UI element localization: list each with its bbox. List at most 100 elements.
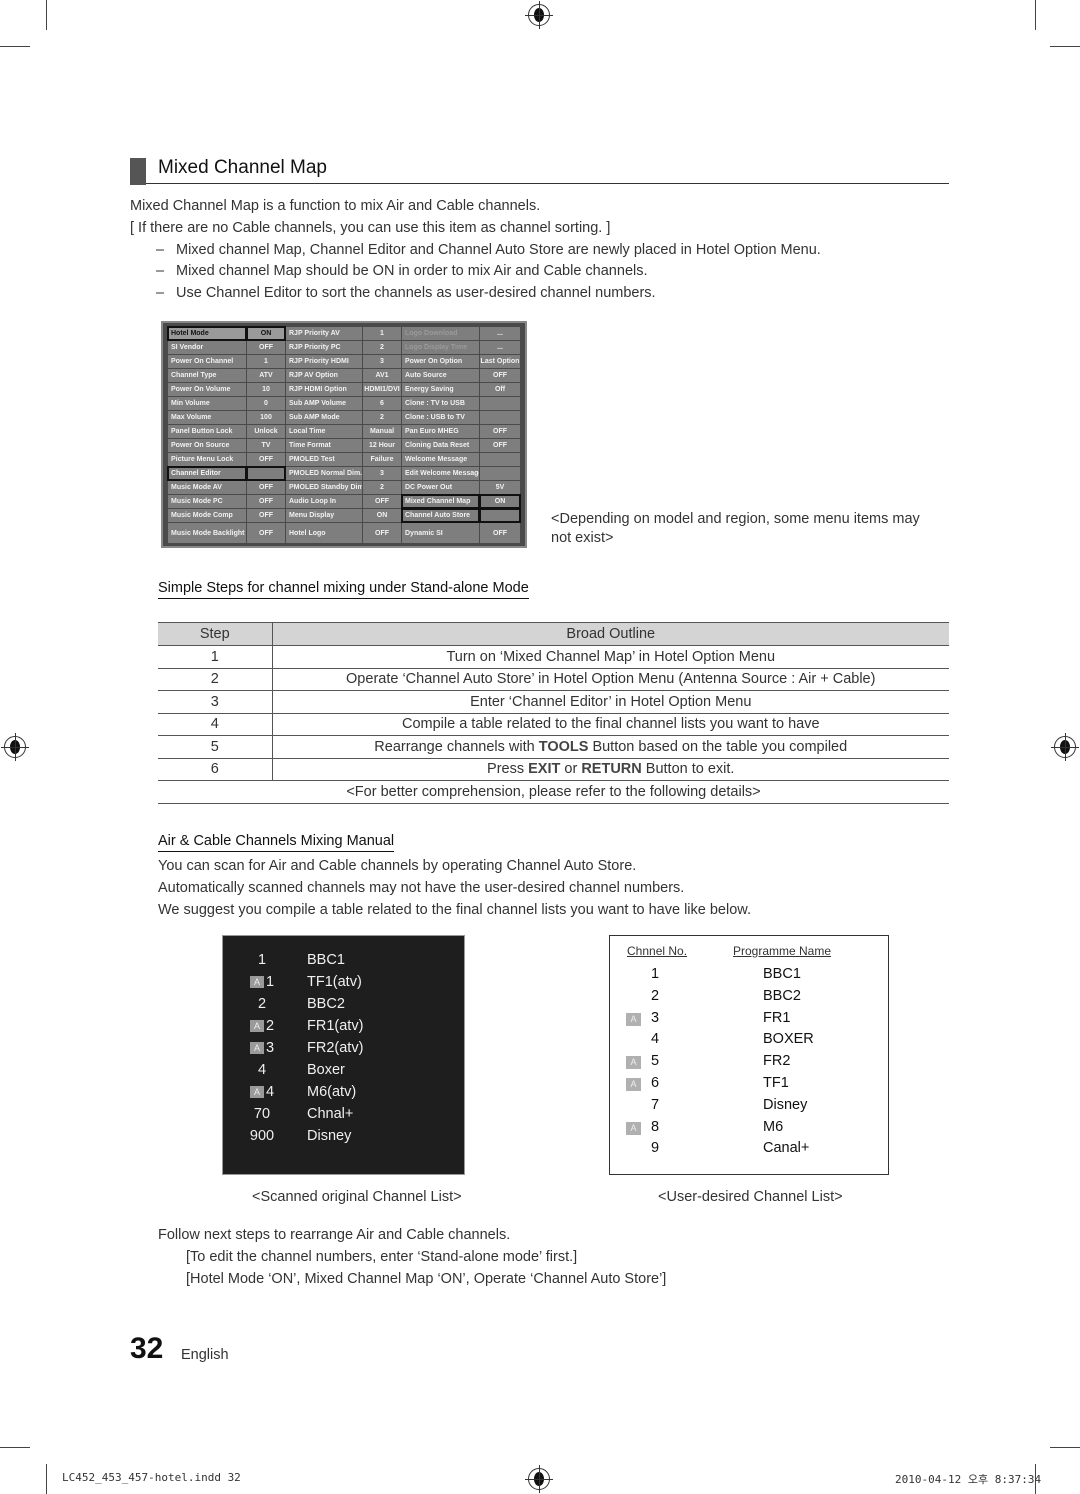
- channel-name: Boxer: [307, 1062, 345, 1078]
- menu-item-value: [480, 397, 520, 410]
- step-number: 5: [158, 735, 273, 759]
- menu-item-value: OFF: [480, 523, 520, 543]
- menu-item-value: [246, 466, 286, 481]
- menu-item-value: OFF: [247, 453, 285, 466]
- channel-number-text: 4: [265, 1084, 275, 1100]
- menu-item-value: OFF: [247, 495, 285, 508]
- menu-item-label: RJP Priority AV: [286, 327, 362, 340]
- button-name: TOOLS: [538, 738, 589, 755]
- analog-badge-icon: A: [249, 1086, 264, 1099]
- channel-number: 9: [651, 1140, 660, 1157]
- menu-item-label: Channel Editor: [167, 466, 247, 481]
- menu-item-label: Audio Loop In: [286, 495, 362, 508]
- menu-item-label: Channel Type: [168, 369, 246, 382]
- channel-number: A3: [237, 1040, 287, 1056]
- table-row: 1 Turn on ‘Mixed Channel Map’ in Hotel Op…: [158, 645, 949, 669]
- menu-item-label: Logo Download: [402, 327, 479, 340]
- step-outline: Press EXIT or RETURN Button to exit.: [272, 758, 949, 781]
- mixing-text: You can scan for Air and Cable channels …: [158, 858, 637, 874]
- menu-item-value: [480, 411, 520, 424]
- menu-item-label: Power On Volume: [168, 383, 246, 396]
- table-footer-note: <For better comprehension, please refer …: [158, 780, 949, 804]
- menu-item-label: Logo Display Time: [402, 341, 479, 354]
- menu-item-label: Music Mode PC: [168, 495, 246, 508]
- menu-item-value: 5V: [480, 481, 520, 494]
- menu-item-value: 10: [247, 383, 285, 396]
- menu-item-label: Auto Source: [402, 369, 479, 382]
- steps-table: Step Broad Outline 1 Turn on ‘Mixed Chann…: [158, 622, 949, 804]
- menu-item-label: Energy Saving: [402, 383, 479, 396]
- channel-name: TF1: [763, 1075, 789, 1091]
- channel-number-text: 3: [265, 1040, 275, 1056]
- menu-item-value: [479, 508, 521, 523]
- menu-item-value: [480, 453, 520, 466]
- menu-item-label: Music Mode AV: [168, 481, 246, 494]
- menu-item-label: Welcome Message: [402, 453, 479, 466]
- menu-item-value: 3: [363, 467, 401, 480]
- footer-filename: LC452_453_457-hotel.indd 32: [62, 1471, 241, 1484]
- list-item: A 5 FR2: [610, 1053, 888, 1075]
- menu-item-label: Max Volume: [168, 411, 246, 424]
- table-row: 4 Compile a table related to the final ch…: [158, 713, 949, 736]
- bullet-marker: –: [156, 242, 165, 258]
- channel-number: 900: [237, 1128, 287, 1144]
- intro-text: [ If there are no Cable channels, you ca…: [130, 220, 611, 236]
- menu-item-label: Mixed Channel Map: [401, 494, 480, 509]
- crop-mark: [1050, 46, 1080, 47]
- menu-item-value: OFF: [247, 523, 285, 543]
- menu-item-value: Failure: [363, 453, 401, 466]
- menu-item-value: 12 Hour: [363, 439, 401, 452]
- list-item: A 4 M6(atv): [223, 1084, 464, 1106]
- scanned-list-caption: <Scanned original Channel List>: [252, 1189, 462, 1205]
- list-item: A 3 FR1: [610, 1010, 888, 1032]
- list-item: 2 BBC2: [610, 988, 888, 1010]
- mixing-text: We suggest you compile a table related t…: [158, 902, 751, 918]
- menu-item-label: Music Mode Backlight: [168, 523, 246, 543]
- channel-name: BBC2: [307, 996, 345, 1012]
- crop-mark: [1050, 1447, 1080, 1448]
- follow-text: Follow next steps to rearrange Air and C…: [158, 1227, 511, 1243]
- menu-item-label: Power On Source: [168, 439, 246, 452]
- menu-item-label: PMOLED Normal Dim.: [286, 467, 362, 480]
- channel-number: A4: [237, 1084, 287, 1100]
- table-row: 2 Operate ‘Channel Auto Store’ in Hotel O…: [158, 668, 949, 691]
- button-name: EXIT: [528, 761, 561, 778]
- channel-name: FR1(atv): [307, 1018, 364, 1034]
- channel-name: Disney: [307, 1128, 352, 1144]
- step-text: or: [560, 761, 582, 778]
- menu-item-label: Clone : TV to USB: [402, 397, 479, 410]
- channel-number: 4: [237, 1062, 287, 1078]
- menu-item-label: SI Vendor: [168, 341, 246, 354]
- column-header-step: Step: [158, 622, 273, 646]
- hotel-option-menu: Hotel Mode ON RJP Priority AV 1 Logo Downloa…: [161, 321, 527, 548]
- menu-item-value: AV1: [363, 369, 401, 382]
- mixing-text: Automatically scanned channels may not h…: [158, 880, 685, 896]
- table-header-row: Step Broad Outline: [158, 622, 949, 646]
- menu-item-label: Dynamic SI: [402, 523, 479, 543]
- menu-item-value: 6: [363, 397, 401, 410]
- step-text: Button to exit.: [641, 761, 735, 778]
- menu-item-value: ON: [479, 494, 521, 509]
- channel-name: Chnal+: [307, 1106, 354, 1122]
- table-row: 5 Rearrange channels with TOOLS Button ba…: [158, 735, 949, 759]
- step-number: 3: [158, 690, 273, 714]
- channel-name: BBC2: [763, 987, 801, 1004]
- menu-item-value: ...: [480, 327, 520, 340]
- page-language: English: [181, 1347, 229, 1363]
- menu-item-label: Cloning Data Reset: [402, 439, 479, 452]
- step-text: Button based on the table you compiled: [588, 738, 848, 755]
- list-item: 4 Boxer: [223, 1062, 464, 1084]
- bullet-text: Mixed channel Map should be ON in order …: [176, 263, 648, 279]
- step-number: 2: [158, 668, 273, 691]
- list-item: 2 BBC2: [223, 996, 464, 1018]
- bullet-text: Mixed channel Map, Channel Editor and Ch…: [176, 242, 821, 258]
- channel-name: FR1: [763, 1009, 791, 1026]
- menu-item-label: Picture Menu Lock: [168, 453, 246, 466]
- registration-mark-icon: [525, 1, 553, 29]
- menu-item-label: Local Time: [286, 425, 362, 438]
- column-header-channel-no: Chnnel No.: [627, 944, 688, 958]
- section-title: Mixed Channel Map: [158, 157, 327, 178]
- scanned-channel-list: 1 BBC1 A 1 TF1(atv) 2 BBC2 A 2 FR1(atv) A 3 FR2(atv)…: [222, 935, 465, 1175]
- step-number: 1: [158, 645, 273, 669]
- channel-name: FR2(atv): [307, 1040, 364, 1056]
